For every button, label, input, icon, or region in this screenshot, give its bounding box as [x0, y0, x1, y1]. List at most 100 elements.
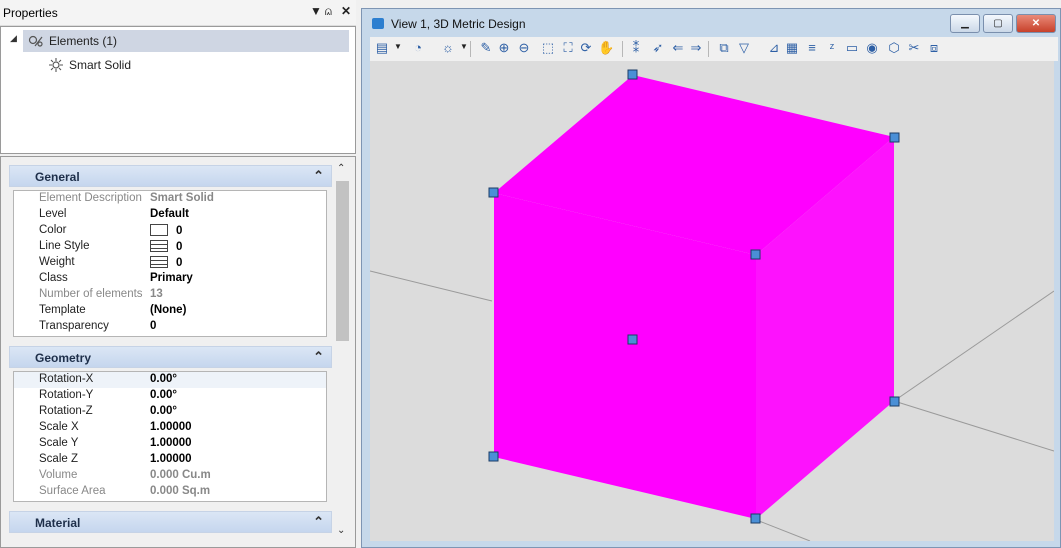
pin-icon[interactable]: ⩄ [325, 4, 332, 19]
zoom-in-icon[interactable]: ⊕ [496, 40, 512, 56]
prop-key: Rotation-X [39, 373, 94, 385]
display-style-icon[interactable]: ◔ [410, 40, 426, 56]
next-view-icon[interactable]: ⇒ [688, 40, 704, 56]
prop-row-class[interactable]: Class Primary [14, 271, 326, 287]
scroll-down-icon[interactable]: ⌄ [337, 525, 345, 536]
tree-item-elements[interactable]: Elements (1) [23, 30, 349, 52]
group-title: Material [35, 516, 81, 530]
clip-volume-icon[interactable]: ▽ [736, 40, 752, 56]
prop-value[interactable]: 0 [150, 224, 182, 237]
clip-mask-icon[interactable]: ⊿ [766, 40, 782, 56]
prop-row-scale-y[interactable]: Scale Y 1.00000 [14, 436, 326, 452]
selection-handle[interactable] [627, 69, 638, 80]
selection-handle[interactable] [889, 132, 900, 143]
fit-view-icon[interactable]: ⛶ [560, 40, 576, 56]
panel-menu-dropdown-icon[interactable]: ▼ [310, 4, 322, 18]
chevron-down-icon[interactable]: ▼ [394, 42, 402, 51]
prop-row-scale-x[interactable]: Scale X 1.00000 [14, 420, 326, 436]
prop-value[interactable]: 1.00000 [150, 421, 192, 433]
prop-key: Element Description [39, 192, 142, 204]
minimize-button[interactable]: ▁ [950, 14, 980, 33]
view-settings-icon[interactable]: ▦ [784, 40, 800, 56]
walk-icon[interactable]: ⁑ [628, 40, 644, 56]
selection-handle[interactable] [488, 187, 499, 198]
prop-key: Class [39, 272, 68, 284]
close-button[interactable]: ✕ [1016, 14, 1056, 33]
prop-value[interactable]: 1.00000 [150, 453, 192, 465]
group-general-header[interactable]: General ⌃ [9, 165, 332, 187]
maximize-button[interactable]: ▢ [983, 14, 1013, 33]
prop-row-rotation-z[interactable]: Rotation-Z 0.00° [14, 404, 326, 420]
prop-value: Smart Solid [150, 192, 214, 204]
selection-handle[interactable] [488, 451, 499, 462]
prop-row-rotation-x[interactable]: Rotation-X 0.00° [14, 372, 326, 388]
view-canvas[interactable] [370, 61, 1054, 541]
collapse-icon[interactable]: ⌃ [313, 349, 324, 365]
elements-icon [28, 35, 43, 47]
prop-value[interactable]: Default [150, 208, 189, 220]
view-cube-icon[interactable]: ⬡ [886, 40, 902, 56]
update-view-icon[interactable]: ✎ [478, 40, 494, 56]
properties-title-bar: Properties ▼ ⩄ ✕ [0, 0, 356, 26]
scroll-up-icon[interactable]: ⌃ [337, 163, 345, 174]
view-window: View 1, 3D Metric Design ▁ ▢ ✕ ▤ ◔ ☼ ✎ ⊕ ⊖ ⬚ ⛶ ⟳… [361, 8, 1061, 548]
tree-expand-icon[interactable]: ◢ [10, 33, 17, 44]
rotate-view-icon[interactable]: ⟳ [578, 40, 594, 56]
zoom-out-icon[interactable]: ⊖ [516, 40, 532, 56]
scroll-thumb[interactable] [336, 181, 349, 341]
prop-value: 13 [150, 288, 163, 300]
prop-row-line-style[interactable]: Line Style 0 [14, 239, 326, 255]
prop-value[interactable]: 0 [150, 320, 156, 332]
selection-handle[interactable] [889, 396, 900, 407]
close-panel-icon[interactable]: ✕ [341, 4, 351, 18]
cut-icon[interactable]: ✂ [906, 40, 922, 56]
prop-row-color[interactable]: Color 0 [14, 223, 326, 239]
prop-row-transparency[interactable]: Transparency 0 [14, 319, 326, 335]
view-window-icon [372, 18, 384, 29]
toggle-camera-icon[interactable]: ⧉ [716, 40, 732, 56]
prop-value[interactable]: 0.00° [150, 389, 177, 401]
prop-row-rotation-y[interactable]: Rotation-Y 0.00° [14, 388, 326, 404]
prop-value[interactable]: (None) [150, 304, 186, 316]
collapse-icon[interactable]: ⌃ [313, 514, 324, 530]
prop-row-level[interactable]: Level Default [14, 207, 326, 223]
window-area-icon[interactable]: ⬚ [540, 40, 556, 56]
property-scrollbar[interactable]: ⌃ ⌄ [334, 157, 351, 547]
prop-key: Rotation-Y [39, 389, 94, 401]
prop-value[interactable]: 0.00° [150, 405, 177, 417]
save-view-icon[interactable]: ◉ [864, 40, 880, 56]
lighting-icon[interactable]: ☼ [440, 40, 456, 56]
tree-item-smart-solid[interactable]: Smart Solid [46, 54, 246, 76]
line-style-icon [150, 240, 168, 252]
prop-row-template[interactable]: Template (None) [14, 303, 326, 319]
prop-row-scale-z[interactable]: Scale Z 1.00000 [14, 452, 326, 468]
view-title-bar[interactable]: View 1, 3D Metric Design ▁ ▢ ✕ [362, 9, 1060, 37]
fly-icon[interactable]: ➶ [650, 40, 666, 56]
prop-row-weight[interactable]: Weight 0 [14, 255, 326, 271]
prop-value[interactable]: 0 [150, 240, 182, 253]
collapse-icon[interactable]: ⌃ [313, 168, 324, 184]
prop-key: Scale Z [39, 453, 78, 465]
selection-handle[interactable] [750, 249, 761, 260]
view-attributes-icon[interactable]: ▤ [374, 40, 390, 56]
prop-value[interactable]: 0.00° [150, 373, 177, 385]
pan-view-icon[interactable]: ✋ [598, 40, 614, 56]
prop-value-text: 0 [176, 241, 183, 253]
prop-value[interactable]: 1.00000 [150, 437, 192, 449]
chevron-down-icon[interactable]: ▼ [460, 42, 468, 51]
group-geometry-header[interactable]: Geometry ⌃ [9, 346, 332, 368]
selection-handle[interactable] [750, 513, 761, 524]
prop-value[interactable]: Primary [150, 272, 193, 284]
previous-view-icon[interactable]: ⇐ [670, 40, 686, 56]
set-view-icon[interactable]: ▭ [844, 40, 860, 56]
prop-key: Volume [39, 469, 78, 481]
tree-item-label: Elements (1) [49, 34, 118, 48]
z-depth-icon[interactable]: ᶻ [824, 40, 840, 56]
level-display-icon[interactable]: ≡ [804, 40, 820, 56]
copy-view-icon[interactable]: ⧈ [926, 40, 942, 56]
prop-key: Template [39, 304, 86, 316]
group-material-header[interactable]: Material ⌃ [9, 511, 332, 533]
prop-value[interactable]: 0 [150, 256, 182, 269]
selection-handle[interactable] [627, 334, 638, 345]
axis-line [893, 290, 1054, 402]
